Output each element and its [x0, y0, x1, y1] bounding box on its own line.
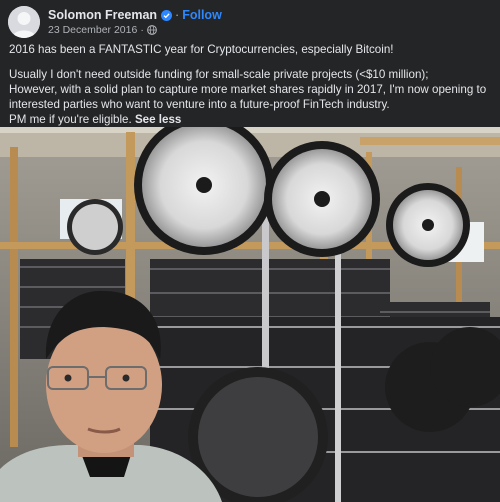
see-less-link[interactable]: See less — [135, 113, 181, 126]
post-line-4: interested parties who want to venture i… — [9, 98, 390, 111]
separator: · — [175, 8, 180, 22]
globe-icon[interactable] — [146, 25, 157, 35]
post-line-1: 2016 has been a FANTASTIC year for Crypt… — [9, 43, 394, 56]
follow-button[interactable]: Follow — [182, 8, 222, 22]
post-line-3: However, with a solid plan to capture mo… — [9, 83, 487, 96]
mining-farm-photo — [0, 127, 500, 502]
post-text: 2016 has been a FANTASTIC year for Crypt… — [9, 42, 493, 127]
post-photo[interactable] — [0, 127, 500, 502]
author-line: Solomon Freeman · Follow — [48, 7, 222, 23]
fan-4 — [67, 199, 123, 255]
meta-dot: · — [140, 24, 144, 36]
post-line-5: PM me if you're eligible. — [9, 113, 132, 126]
post-date[interactable]: 23 December 2016 — [48, 24, 137, 36]
post-header: Solomon Freeman · Follow 23 December 201… — [0, 0, 500, 40]
fan-2 — [264, 141, 380, 257]
post-line-5-wrap: PM me if you're eligible. See less — [9, 112, 493, 127]
fan-3 — [386, 183, 470, 267]
author-name[interactable]: Solomon Freeman — [48, 8, 157, 22]
verified-badge-icon — [161, 9, 173, 21]
post-line-2: Usually I don't need outside funding for… — [9, 68, 429, 81]
post-meta: 23 December 2016 · — [48, 24, 157, 36]
avatar[interactable] — [8, 6, 40, 38]
